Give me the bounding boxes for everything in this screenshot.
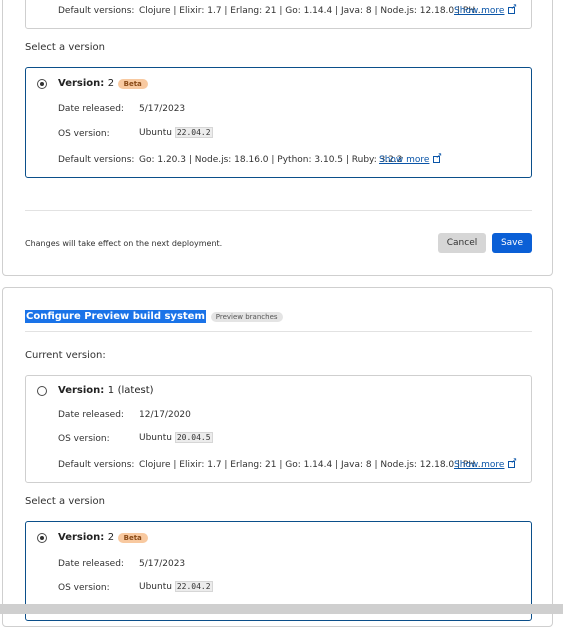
select-version-label: Select a version xyxy=(25,42,105,53)
show-more-link[interactable]: Show more xyxy=(454,2,517,16)
version-title: Version: 2 Beta xyxy=(58,78,148,89)
version-option-card[interactable]: Version: 2 Beta Date released: 5/17/2023… xyxy=(25,67,532,178)
preview-title-row: Configure Preview build system Preview b… xyxy=(25,310,283,323)
os-version-value: Ubuntu 22.04.2 xyxy=(139,581,213,592)
external-link-icon xyxy=(433,151,442,163)
divider xyxy=(25,331,532,332)
version-radio[interactable] xyxy=(37,533,47,543)
default-versions-label: Default versions: xyxy=(58,460,135,470)
default-versions-value: Clojure | Elixir: 1.7 | Erlang: 21 | Go:… xyxy=(139,460,484,470)
show-more-link[interactable]: Show more xyxy=(454,456,517,470)
default-versions-value: Go: 1.20.3 | Node.js: 18.16.0 | Python: … xyxy=(139,155,403,165)
select-version-label: Select a version xyxy=(25,496,105,507)
default-versions-label: Default versions: xyxy=(58,155,135,165)
date-released-label: Date released: xyxy=(58,410,124,420)
page-title: Configure Preview build system xyxy=(25,310,206,323)
os-version-value: Ubuntu 20.04.5 xyxy=(139,432,213,443)
os-version-code: 20.04.5 xyxy=(174,432,213,443)
save-button[interactable]: Save xyxy=(492,233,532,253)
date-released-label: Date released: xyxy=(58,559,124,569)
version-radio[interactable] xyxy=(37,386,47,396)
date-released-value: 5/17/2023 xyxy=(139,104,186,114)
os-version-code: 22.04.2 xyxy=(174,127,213,138)
version-title: Version: 1 (latest) xyxy=(58,385,154,396)
beta-badge: Beta xyxy=(117,79,148,89)
show-more-link[interactable]: Show more xyxy=(379,151,442,165)
os-version-label: OS version: xyxy=(58,434,110,444)
os-version-code: 22.04.2 xyxy=(174,581,213,592)
current-version-label: Current version: xyxy=(25,350,106,361)
os-version-label: OS version: xyxy=(58,129,110,139)
footer-note: Changes will take effect on the next dep… xyxy=(25,239,223,248)
current-version-card: Default versions: Clojure | Elixir: 1.7 … xyxy=(25,0,532,29)
external-link-icon xyxy=(508,456,517,468)
date-released-label: Date released: xyxy=(58,104,124,114)
cancel-button[interactable]: Cancel xyxy=(438,233,486,253)
beta-badge: Beta xyxy=(117,533,148,543)
default-versions-label: Default versions: xyxy=(58,6,135,16)
version-option-card[interactable]: Version: 1 (latest) Date released: 12/17… xyxy=(25,375,532,483)
horizontal-scrollbar[interactable] xyxy=(0,604,563,614)
external-link-icon xyxy=(508,2,517,14)
preview-branches-badge: Preview branches xyxy=(210,312,283,322)
os-version-value: Ubuntu 22.04.2 xyxy=(139,127,213,138)
version-radio[interactable] xyxy=(37,79,47,89)
default-versions-value: Clojure | Elixir: 1.7 | Erlang: 21 | Go:… xyxy=(139,6,484,16)
date-released-value: 5/17/2023 xyxy=(139,559,186,569)
date-released-value: 12/17/2020 xyxy=(139,410,191,420)
os-version-label: OS version: xyxy=(58,583,110,593)
divider xyxy=(25,210,532,211)
version-title: Version: 2 Beta xyxy=(58,532,148,543)
